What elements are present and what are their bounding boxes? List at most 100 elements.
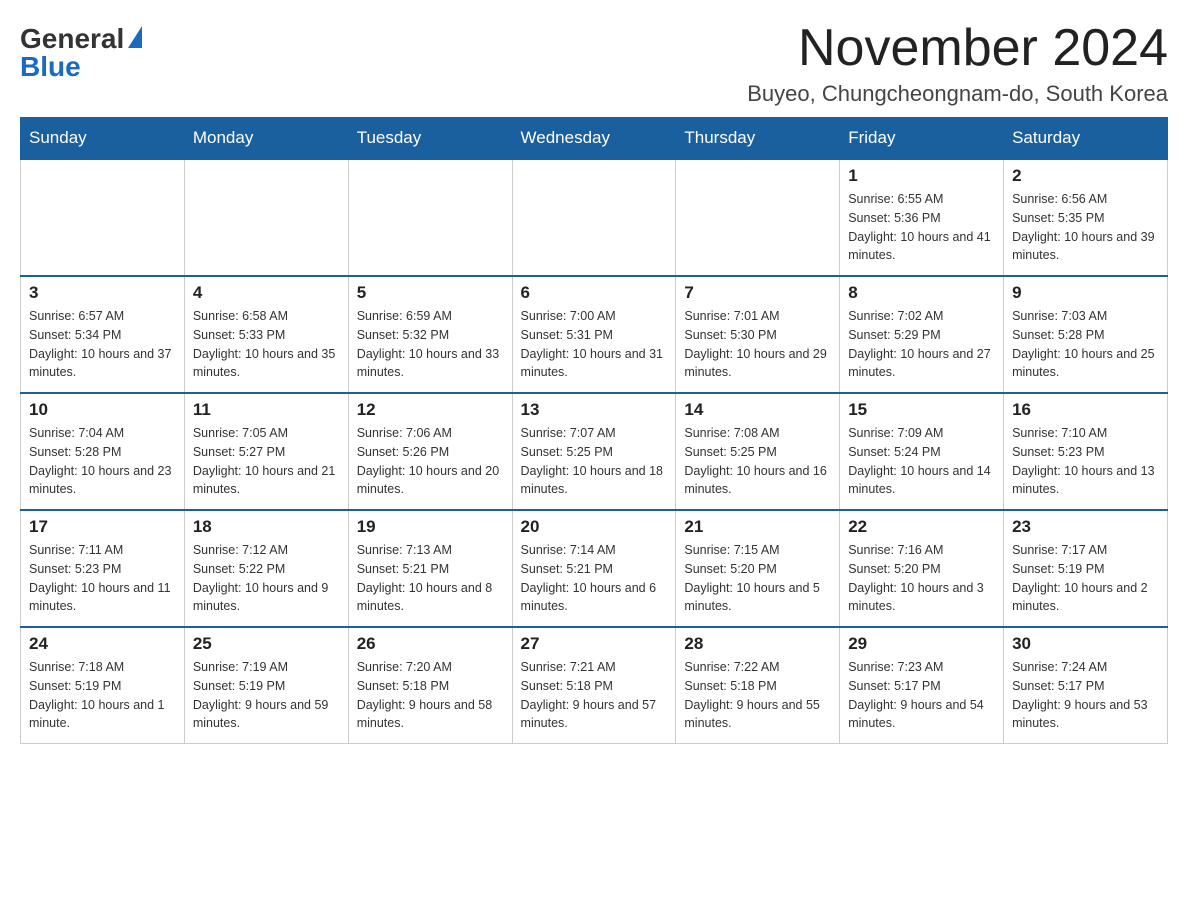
calendar-cell xyxy=(348,159,512,276)
day-number: 12 xyxy=(357,400,504,420)
day-info: Sunrise: 6:59 AMSunset: 5:32 PMDaylight:… xyxy=(357,307,504,382)
calendar-cell: 3Sunrise: 6:57 AMSunset: 5:34 PMDaylight… xyxy=(21,276,185,393)
calendar-cell: 27Sunrise: 7:21 AMSunset: 5:18 PMDayligh… xyxy=(512,627,676,744)
day-of-week-header: Saturday xyxy=(1004,118,1168,160)
day-number: 20 xyxy=(521,517,668,537)
week-row: 3Sunrise: 6:57 AMSunset: 5:34 PMDaylight… xyxy=(21,276,1168,393)
day-number: 9 xyxy=(1012,283,1159,303)
day-info: Sunrise: 7:22 AMSunset: 5:18 PMDaylight:… xyxy=(684,658,831,733)
calendar-cell: 12 Sunrise: 7:06 AMSunset: 5:26 PMDayligh… xyxy=(348,393,512,510)
day-number: 10 xyxy=(29,400,176,420)
day-number: 19 xyxy=(357,517,504,537)
day-info: Sunrise: 7:01 AMSunset: 5:30 PMDaylight:… xyxy=(684,307,831,382)
day-number: 18 xyxy=(193,517,340,537)
day-of-week-header: Thursday xyxy=(676,118,840,160)
day-number: 17 xyxy=(29,517,176,537)
calendar-cell: 2Sunrise: 6:56 AMSunset: 5:35 PMDaylight… xyxy=(1004,159,1168,276)
day-info: Sunrise: 7:11 AMSunset: 5:23 PMDaylight:… xyxy=(29,541,176,616)
day-of-week-header: Wednesday xyxy=(512,118,676,160)
header: General Blue November 2024 Buyeo, Chungc… xyxy=(20,20,1168,107)
day-info: Sunrise: 7:18 AMSunset: 5:19 PMDaylight:… xyxy=(29,658,176,733)
calendar-cell: 7 Sunrise: 7:01 AMSunset: 5:30 PMDaylight… xyxy=(676,276,840,393)
location-title: Buyeo, Chungcheongnam-do, South Korea xyxy=(747,81,1168,107)
calendar-cell: 8 Sunrise: 7:02 AMSunset: 5:29 PMDaylight… xyxy=(840,276,1004,393)
calendar-cell: 23Sunrise: 7:17 AMSunset: 5:19 PMDayligh… xyxy=(1004,510,1168,627)
day-info: Sunrise: 6:58 AMSunset: 5:33 PMDaylight:… xyxy=(193,307,340,382)
week-row: 10Sunrise: 7:04 AMSunset: 5:28 PMDayligh… xyxy=(21,393,1168,510)
week-row: 17 Sunrise: 7:11 AMSunset: 5:23 PMDayligh… xyxy=(21,510,1168,627)
logo-general-text: General xyxy=(20,25,124,53)
calendar-cell: 21 Sunrise: 7:15 AMSunset: 5:20 PMDayligh… xyxy=(676,510,840,627)
calendar-cell xyxy=(21,159,185,276)
calendar-cell: 13Sunrise: 7:07 AMSunset: 5:25 PMDayligh… xyxy=(512,393,676,510)
calendar-cell: 9 Sunrise: 7:03 AMSunset: 5:28 PMDaylight… xyxy=(1004,276,1168,393)
calendar-header-row: SundayMondayTuesdayWednesdayThursdayFrid… xyxy=(21,118,1168,160)
day-number: 22 xyxy=(848,517,995,537)
day-info: Sunrise: 7:06 AMSunset: 5:26 PMDaylight:… xyxy=(357,424,504,499)
day-number: 16 xyxy=(1012,400,1159,420)
day-number: 15 xyxy=(848,400,995,420)
day-info: Sunrise: 7:14 AMSunset: 5:21 PMDaylight:… xyxy=(521,541,668,616)
day-info: Sunrise: 7:21 AMSunset: 5:18 PMDaylight:… xyxy=(521,658,668,733)
calendar-cell: 16 Sunrise: 7:10 AMSunset: 5:23 PMDayligh… xyxy=(1004,393,1168,510)
month-title: November 2024 xyxy=(747,20,1168,77)
day-number: 21 xyxy=(684,517,831,537)
day-number: 4 xyxy=(193,283,340,303)
day-number: 24 xyxy=(29,634,176,654)
day-info: Sunrise: 7:15 AMSunset: 5:20 PMDaylight:… xyxy=(684,541,831,616)
calendar-table: SundayMondayTuesdayWednesdayThursdayFrid… xyxy=(20,117,1168,744)
calendar-cell: 15 Sunrise: 7:09 AMSunset: 5:24 PMDayligh… xyxy=(840,393,1004,510)
calendar-cell: 17 Sunrise: 7:11 AMSunset: 5:23 PMDayligh… xyxy=(21,510,185,627)
day-info: Sunrise: 7:24 AMSunset: 5:17 PMDaylight:… xyxy=(1012,658,1159,733)
calendar-cell: 4 Sunrise: 6:58 AMSunset: 5:33 PMDaylight… xyxy=(184,276,348,393)
day-number: 1 xyxy=(848,166,995,186)
day-info: Sunrise: 7:19 AMSunset: 5:19 PMDaylight:… xyxy=(193,658,340,733)
calendar-cell: 20 Sunrise: 7:14 AMSunset: 5:21 PMDayligh… xyxy=(512,510,676,627)
day-number: 6 xyxy=(521,283,668,303)
calendar-cell: 11 Sunrise: 7:05 AMSunset: 5:27 PMDayligh… xyxy=(184,393,348,510)
day-number: 8 xyxy=(848,283,995,303)
day-info: Sunrise: 7:12 AMSunset: 5:22 PMDaylight:… xyxy=(193,541,340,616)
calendar-cell: 22 Sunrise: 7:16 AMSunset: 5:20 PMDayligh… xyxy=(840,510,1004,627)
day-of-week-header: Tuesday xyxy=(348,118,512,160)
day-info: Sunrise: 7:09 AMSunset: 5:24 PMDaylight:… xyxy=(848,424,995,499)
day-info: Sunrise: 7:05 AMSunset: 5:27 PMDaylight:… xyxy=(193,424,340,499)
calendar-cell: 5 Sunrise: 6:59 AMSunset: 5:32 PMDaylight… xyxy=(348,276,512,393)
day-of-week-header: Sunday xyxy=(21,118,185,160)
day-info: Sunrise: 7:10 AMSunset: 5:23 PMDaylight:… xyxy=(1012,424,1159,499)
day-number: 26 xyxy=(357,634,504,654)
day-number: 30 xyxy=(1012,634,1159,654)
calendar-cell: 30 Sunrise: 7:24 AMSunset: 5:17 PMDayligh… xyxy=(1004,627,1168,744)
calendar-cell: 24 Sunrise: 7:18 AMSunset: 5:19 PMDayligh… xyxy=(21,627,185,744)
day-number: 29 xyxy=(848,634,995,654)
logo-blue-text: Blue xyxy=(20,53,81,81)
day-of-week-header: Friday xyxy=(840,118,1004,160)
calendar-cell xyxy=(676,159,840,276)
day-number: 25 xyxy=(193,634,340,654)
day-info: Sunrise: 7:07 AMSunset: 5:25 PMDaylight:… xyxy=(521,424,668,499)
calendar-cell: 19Sunrise: 7:13 AMSunset: 5:21 PMDayligh… xyxy=(348,510,512,627)
calendar-cell: 29 Sunrise: 7:23 AMSunset: 5:17 PMDayligh… xyxy=(840,627,1004,744)
day-number: 11 xyxy=(193,400,340,420)
calendar-cell: 26 Sunrise: 7:20 AMSunset: 5:18 PMDayligh… xyxy=(348,627,512,744)
logo: General Blue xyxy=(20,20,142,81)
day-info: Sunrise: 7:00 AMSunset: 5:31 PMDaylight:… xyxy=(521,307,668,382)
calendar-cell xyxy=(512,159,676,276)
day-info: Sunrise: 7:02 AMSunset: 5:29 PMDaylight:… xyxy=(848,307,995,382)
day-number: 3 xyxy=(29,283,176,303)
day-number: 7 xyxy=(684,283,831,303)
calendar-cell xyxy=(184,159,348,276)
day-number: 5 xyxy=(357,283,504,303)
day-info: Sunrise: 7:03 AMSunset: 5:28 PMDaylight:… xyxy=(1012,307,1159,382)
calendar-cell: 1Sunrise: 6:55 AMSunset: 5:36 PMDaylight… xyxy=(840,159,1004,276)
day-info: Sunrise: 7:23 AMSunset: 5:17 PMDaylight:… xyxy=(848,658,995,733)
day-info: Sunrise: 7:08 AMSunset: 5:25 PMDaylight:… xyxy=(684,424,831,499)
day-number: 28 xyxy=(684,634,831,654)
calendar-cell: 18 Sunrise: 7:12 AMSunset: 5:22 PMDayligh… xyxy=(184,510,348,627)
day-info: Sunrise: 7:20 AMSunset: 5:18 PMDaylight:… xyxy=(357,658,504,733)
day-of-week-header: Monday xyxy=(184,118,348,160)
calendar-cell: 10Sunrise: 7:04 AMSunset: 5:28 PMDayligh… xyxy=(21,393,185,510)
logo-triangle-icon xyxy=(128,26,142,48)
week-row: 1Sunrise: 6:55 AMSunset: 5:36 PMDaylight… xyxy=(21,159,1168,276)
day-info: Sunrise: 7:16 AMSunset: 5:20 PMDaylight:… xyxy=(848,541,995,616)
